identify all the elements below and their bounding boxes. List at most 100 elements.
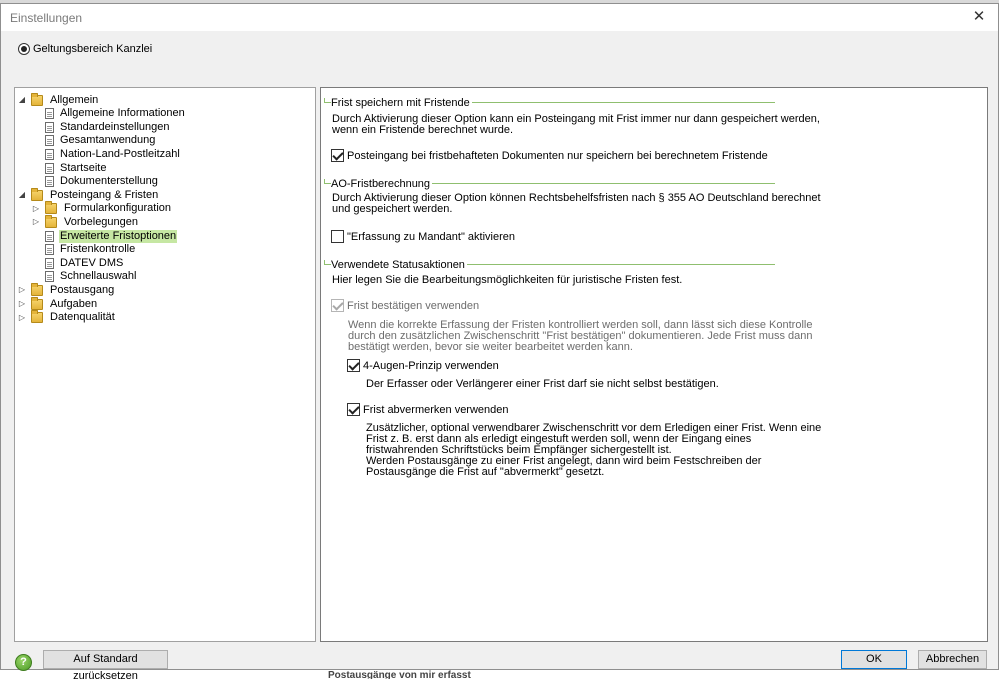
document-icon (45, 176, 54, 188)
tree-item[interactable]: ▷ Postausgang (17, 282, 115, 297)
document-icon (45, 257, 54, 269)
tree-item-label: Schnellauswahl (60, 270, 137, 283)
tree-item[interactable]: ▷ Formularkonfiguration (31, 201, 172, 216)
dialog-title: Einstellungen (10, 11, 83, 25)
folder-icon (45, 201, 57, 215)
tree-item-label: Erweiterte Fristoptionen (59, 229, 178, 243)
group2-description-line2: und gespeichert werden. (332, 203, 453, 215)
document-icon (45, 148, 54, 160)
settings-tree[interactable]: ◢ Allgemein Allgemeine Informationen Standa… (14, 87, 316, 642)
close-icon[interactable]: ✕ (970, 8, 988, 26)
tree-item-label: Nation-Land-Postleitzahl (60, 147, 180, 160)
save-with-deadline-label[interactable]: Posteingang bei fristbehafteten Dokument… (347, 150, 768, 163)
folder-icon (31, 310, 43, 324)
tree-item[interactable]: Dokumenterstellung (31, 175, 159, 189)
four-eyes-checkbox[interactable] (347, 359, 360, 372)
reset-defaults-button[interactable]: Auf Standard zurücksetzen (43, 650, 168, 679)
background-app-bottom (0, 670, 999, 679)
confirm-description-line3: bestätigt werden, bevor sie weiter bearb… (348, 341, 633, 353)
folder-icon (31, 296, 43, 310)
tree-item-label: Datenqualität (50, 311, 115, 324)
expand-icon[interactable]: ▷ (17, 313, 27, 323)
settings-dialog: Einstellungen ✕ Geltungsbereich Kanzlei … (0, 3, 999, 679)
scope-radio[interactable] (18, 43, 30, 55)
tree-item-label: Fristenkontrolle (60, 243, 136, 256)
collapse-icon[interactable]: ◢ (17, 190, 27, 200)
title-bar: Einstellungen ✕ (1, 4, 998, 31)
tree-item-label: Allgemein (50, 93, 99, 106)
tree-item[interactable]: Erweiterte Fristoptionen (31, 229, 178, 243)
document-icon (45, 230, 54, 242)
tree-item-label: DATEV DMS (60, 256, 124, 269)
tree-item-label: Standardeinstellungen (60, 120, 170, 133)
background-bottom-text: Postausgänge von mir erfasst (328, 670, 471, 679)
tree-item[interactable]: Gesamtanwendung (31, 134, 156, 148)
help-icon[interactable]: ? (15, 654, 32, 671)
tree-item[interactable]: Allgemeine Informationen (31, 107, 186, 121)
group-title-statusaktionen: Verwendete Statusaktionen (331, 259, 467, 271)
expand-icon[interactable]: ▷ (31, 204, 41, 214)
cancel-button[interactable]: Abbrechen (918, 650, 987, 669)
tree-item[interactable]: ◢ Allgemein (17, 92, 99, 107)
folder-icon (31, 282, 43, 296)
tree-item[interactable]: Fristenkontrolle (31, 243, 136, 257)
tree-item[interactable]: ▷ Aufgaben (17, 296, 98, 311)
collapse-icon[interactable]: ◢ (17, 95, 27, 105)
options-panel: Frist speichern mit Fristende Durch Akti… (320, 87, 988, 642)
tree-item-label: Startseite (60, 161, 107, 174)
tree-item[interactable]: ▷ Vorbelegungen (31, 214, 139, 229)
expand-icon[interactable]: ▷ (31, 217, 41, 227)
group1-description-line2: wenn ein Fristende berechnet wurde. (332, 124, 513, 136)
tree-item-label: Allgemeine Informationen (60, 107, 185, 120)
note-deadline-checkbox[interactable] (347, 403, 360, 416)
group-title-frist-speichern: Frist speichern mit Fristende (331, 97, 472, 109)
scope-label: Geltungsbereich Kanzlei (33, 43, 153, 55)
folder-icon (31, 92, 43, 106)
document-icon (45, 162, 54, 174)
document-icon (45, 244, 54, 256)
folder-icon (45, 214, 57, 228)
note-deadline-label[interactable]: Frist abvermerken verwenden (363, 404, 509, 417)
tree-item[interactable]: Startseite (31, 161, 107, 175)
tree-item-label: Dokumenterstellung (60, 175, 158, 188)
tree-item-label: Postausgang (50, 283, 115, 296)
tree-item-label: Gesamtanwendung (60, 134, 156, 147)
four-eyes-label[interactable]: 4-Augen-Prinzip verwenden (363, 360, 499, 373)
save-with-deadline-checkbox[interactable] (331, 149, 344, 162)
group3-description: Hier legen Sie die Bearbeitungsmöglichke… (332, 274, 683, 286)
ok-button[interactable]: OK (841, 650, 907, 669)
document-icon (45, 121, 54, 133)
document-icon (45, 108, 54, 120)
scope-radio-option[interactable]: Geltungsbereich Kanzlei (18, 43, 152, 55)
tree-item[interactable]: Nation-Land-Postleitzahl (31, 147, 181, 161)
entry-to-client-checkbox[interactable] (331, 230, 344, 243)
expand-icon[interactable]: ▷ (17, 299, 27, 309)
confirm-deadline-checkbox[interactable] (331, 299, 344, 312)
tree-item[interactable]: DATEV DMS (31, 256, 124, 270)
tree-item[interactable]: ▷ Datenqualität (17, 310, 116, 325)
tree-item[interactable]: Schnellauswahl (31, 270, 137, 284)
tree-item-label: Posteingang & Fristen (50, 188, 159, 201)
expand-icon[interactable]: ▷ (17, 285, 27, 295)
confirm-deadline-label[interactable]: Frist bestätigen verwenden (347, 300, 479, 313)
document-icon (45, 135, 54, 147)
tree-item-label: Vorbelegungen (64, 215, 139, 228)
tree-item[interactable]: Standardeinstellungen (31, 120, 170, 134)
four-eyes-description: Der Erfasser oder Verlängerer einer Fris… (366, 378, 719, 390)
tree-item-label: Formularkonfiguration (64, 202, 171, 215)
entry-to-client-label[interactable]: "Erfassung zu Mandant" aktivieren (347, 231, 515, 244)
tree-item[interactable]: ◢ Posteingang & Fristen (17, 187, 159, 202)
group-title-ao-fristberechnung: AO-Fristberechnung (331, 178, 433, 190)
note-description-line5: Postausgänge die Frist auf "abvermerkt" … (366, 466, 605, 478)
tree-item-label: Aufgaben (50, 297, 98, 310)
folder-icon (31, 187, 43, 201)
